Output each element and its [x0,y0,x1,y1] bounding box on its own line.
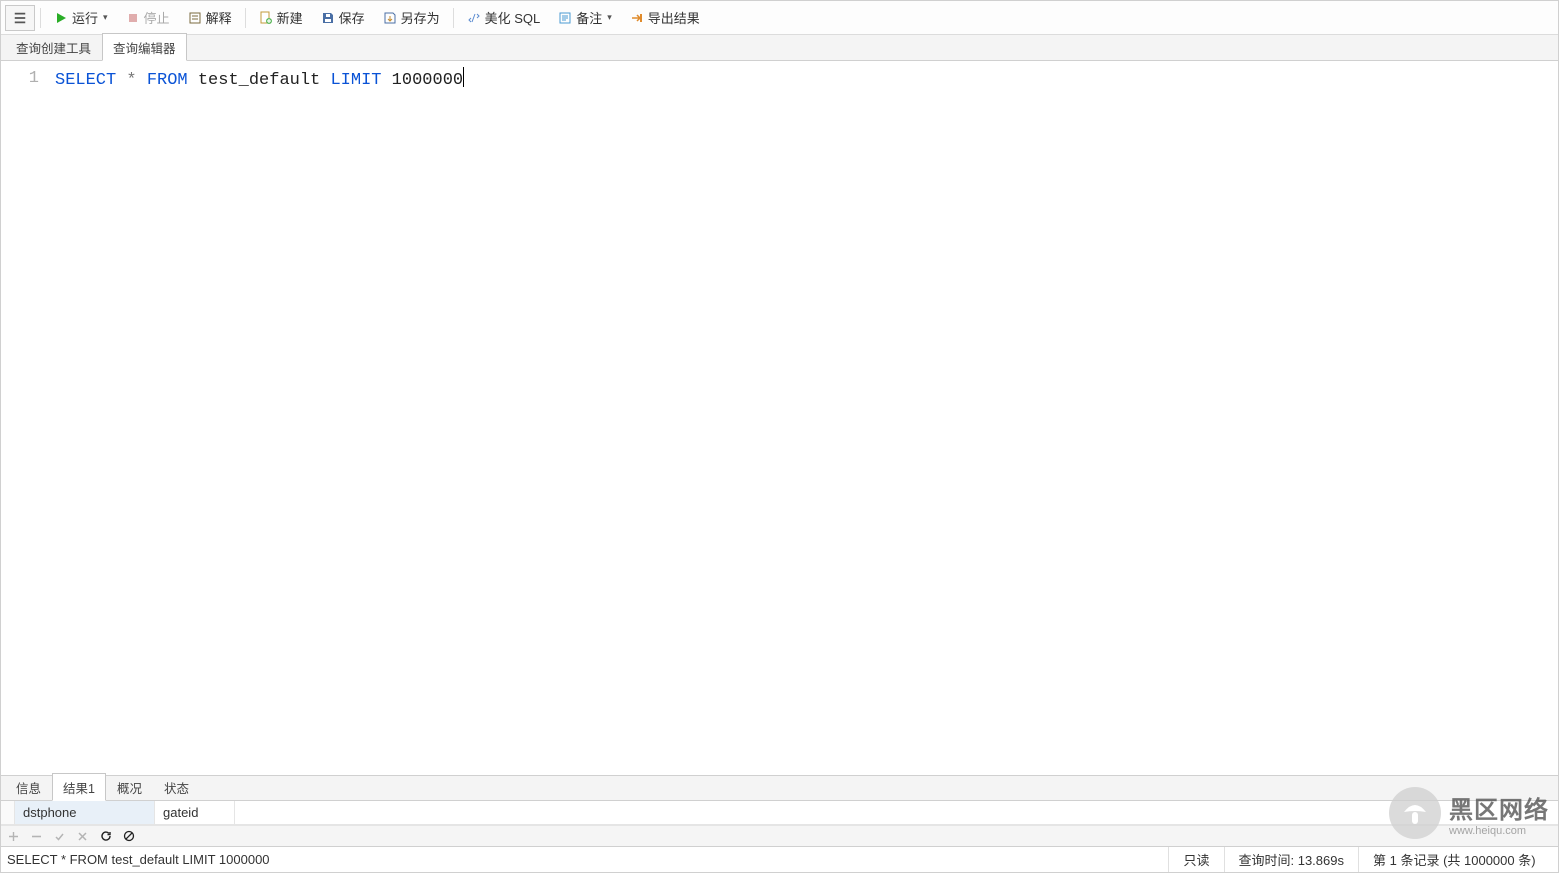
limit-value: 1000000 [381,71,463,90]
toolbar-separator [40,8,41,28]
column-header-gateid[interactable]: gateid [155,801,235,824]
run-label: 运行 [72,8,98,27]
minus-icon [31,831,42,842]
editor-code-area[interactable]: SELECT * FROM test_default LIMIT 1000000 [47,61,464,775]
plus-icon [8,831,19,842]
stop-label: 停止 [144,8,170,27]
export-button[interactable]: 导出结果 [622,5,708,31]
status-readonly: 只读 [1168,847,1223,872]
status-sql-text: SELECT * FROM test_default LIMIT 1000000 [1,852,1168,867]
tab-status[interactable]: 状态 [153,773,200,800]
explain-button[interactable]: 解释 [180,5,240,31]
new-button[interactable]: 新建 [251,5,311,31]
keyword-select: SELECT [55,71,116,90]
toolbar-separator [453,8,454,28]
note-label: 备注 [576,8,602,27]
keyword-from: FROM [147,71,188,90]
play-icon [54,11,68,25]
chevron-down-icon: ▾ [103,12,108,23]
beautify-button[interactable]: 美化 SQL [459,5,549,31]
save-label: 保存 [339,8,365,27]
tab-query-builder[interactable]: 查询创建工具 [5,33,102,60]
save-as-icon [383,11,397,25]
explain-label: 解释 [206,8,232,27]
save-as-label: 另存为 [401,8,440,27]
no-entry-icon [123,830,135,842]
main-toolbar: 运行 ▾ 停止 解释 新建 保存 另存为 美化 SQL [1,1,1558,35]
stop-fetch-button[interactable] [122,830,135,843]
check-icon [54,831,65,842]
save-icon [321,11,335,25]
result-grid-header: dstphone gateid [1,801,1558,825]
refresh-icon [100,830,112,842]
sparkle-icon [467,11,481,25]
cross-icon [77,831,88,842]
export-icon [630,11,644,25]
grid-action-bar [1,825,1558,847]
keyword-limit: LIMIT [330,71,381,90]
stop-button: 停止 [118,5,178,31]
delete-row-button [30,830,43,843]
explain-icon [188,11,202,25]
save-as-button[interactable]: 另存为 [375,5,448,31]
export-label: 导出结果 [648,8,700,27]
new-label: 新建 [277,8,303,27]
hamburger-menu-button[interactable] [5,5,35,31]
beautify-label: 美化 SQL [485,8,541,27]
note-button[interactable]: 备注 ▾ [550,5,620,31]
tab-info[interactable]: 信息 [5,773,52,800]
tab-query-editor[interactable]: 查询编辑器 [102,33,187,61]
stop-icon [126,11,140,25]
cancel-button [76,830,89,843]
result-tabs: 信息 结果1 概况 状态 [1,775,1558,801]
new-file-icon [259,11,273,25]
editor-tabs: 查询创建工具 查询编辑器 [1,35,1558,61]
editor-gutter: 1 [1,61,47,775]
toolbar-separator [245,8,246,28]
row-selector-handle[interactable] [1,801,15,824]
tab-summary[interactable]: 概况 [106,773,153,800]
add-row-button [7,830,20,843]
status-bar: SELECT * FROM test_default LIMIT 1000000… [1,847,1558,872]
text-cursor [463,67,464,87]
column-header-dstphone[interactable]: dstphone [15,801,155,824]
save-button[interactable]: 保存 [313,5,373,31]
tab-result-1[interactable]: 结果1 [52,773,106,801]
refresh-button[interactable] [99,830,112,843]
note-icon [558,11,572,25]
run-button[interactable]: 运行 ▾ [46,5,116,31]
status-elapsed: 查询时间: 13.869s [1224,847,1359,872]
status-record-position: 第 1 条记录 (共 1000000 条) [1358,847,1558,872]
star-token: * [116,71,147,90]
line-number: 1 [1,67,39,91]
hamburger-icon [13,11,27,25]
apply-button [53,830,66,843]
sql-editor[interactable]: 1 SELECT * FROM test_default LIMIT 10000… [1,61,1558,775]
chevron-down-icon: ▾ [607,12,612,23]
table-name: test_default [188,71,331,90]
